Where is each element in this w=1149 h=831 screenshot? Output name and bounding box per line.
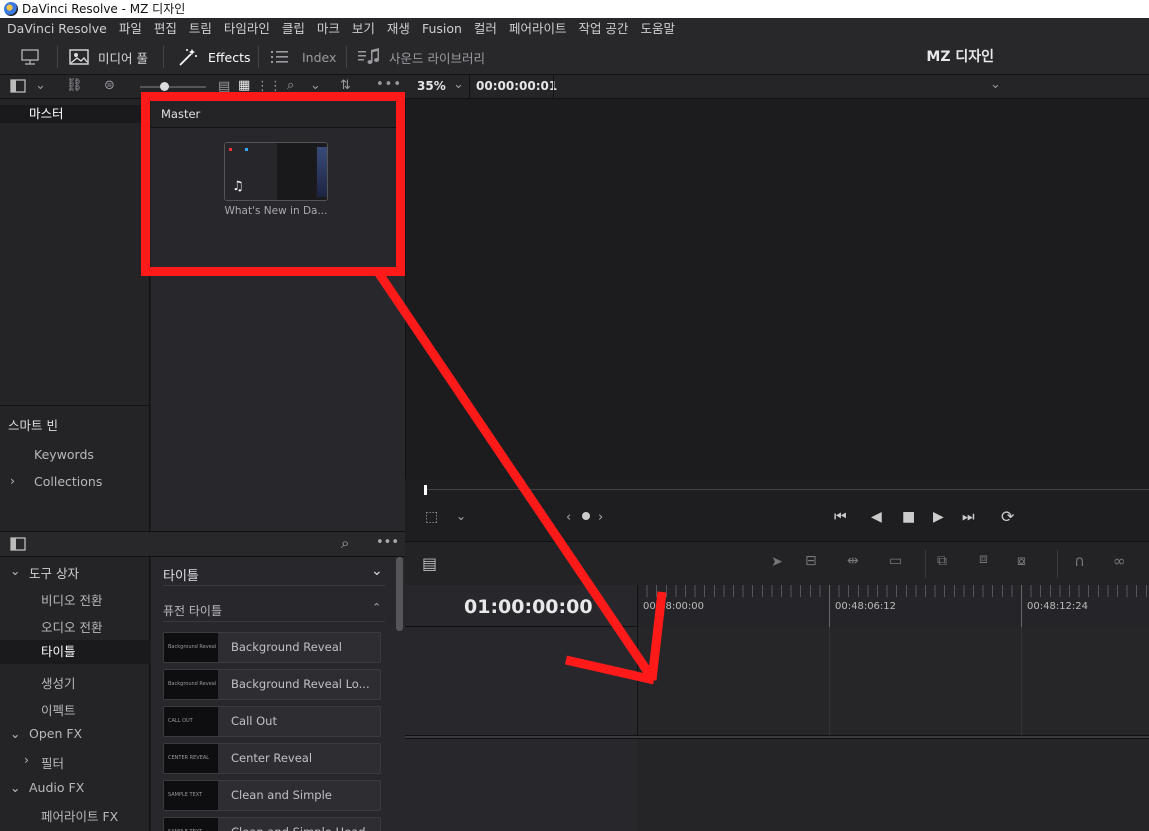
annotation-overlay xyxy=(141,92,667,685)
annotation-arrow xyxy=(374,269,667,685)
annotation-highlight-box xyxy=(141,92,405,276)
